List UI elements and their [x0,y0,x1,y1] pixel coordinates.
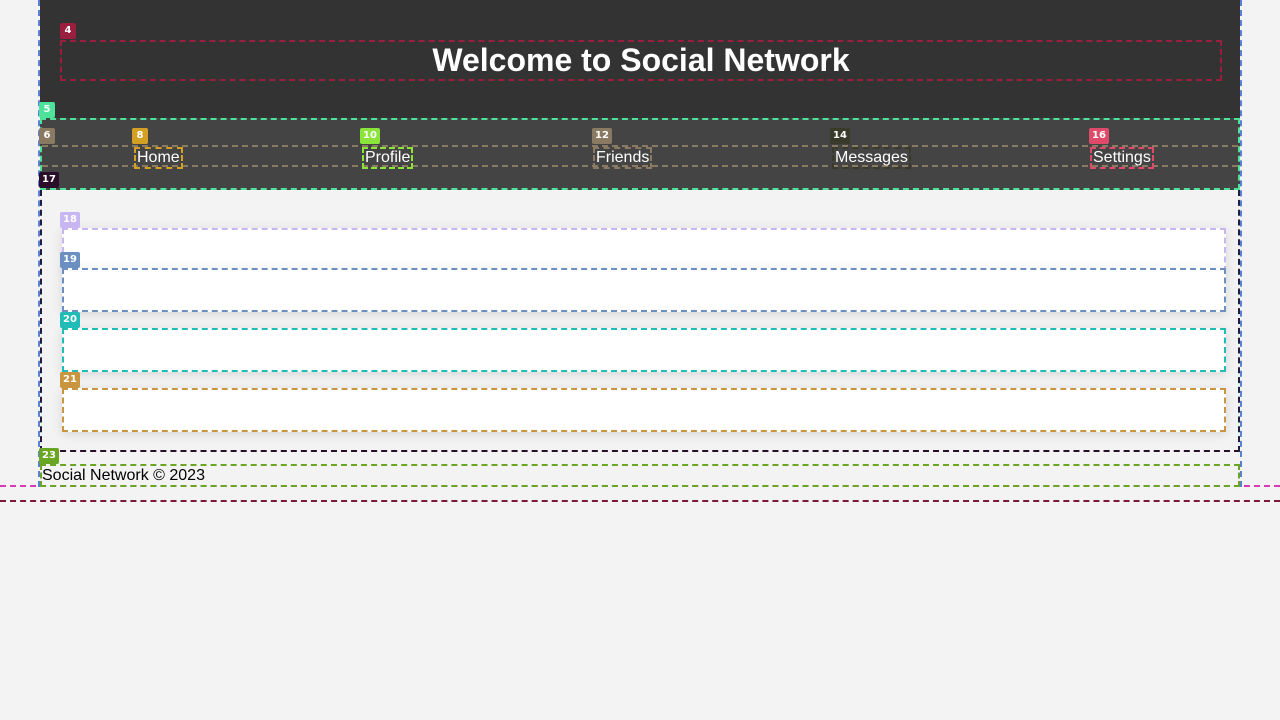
page-container: Welcome to Social Network Home Profile F… [38,0,1242,487]
index-badge: 12 [592,128,612,144]
main-nav: Home Profile Friends Messages Settings [40,118,1240,190]
feed-post[interactable] [62,328,1226,372]
index-badge: 19 [60,252,80,268]
index-badge: 18 [60,212,80,228]
index-badge: 21 [60,372,80,388]
index-badge: 10 [360,128,380,144]
feed-post[interactable] [62,268,1226,312]
page-title: Welcome to Social Network [60,40,1222,81]
index-badge: 8 [132,128,148,144]
nav-list: Home Profile Friends Messages Settings [42,145,1238,169]
feed-post[interactable] [62,228,1226,272]
index-badge: 4 [60,23,76,39]
index-badge: 6 [39,128,55,144]
index-badge: 5 [39,102,55,118]
feed-post[interactable] [62,388,1226,432]
index-badge: 17 [39,172,59,188]
nav-link-messages[interactable]: Messages [832,147,911,169]
index-badge: 16 [1089,128,1109,144]
index-badge: 14 [830,128,850,144]
nav-link-friends[interactable]: Friends [593,147,653,169]
main-feed [40,190,1240,452]
index-badge: 23 [39,448,59,464]
site-footer: Social Network © 2023 [40,464,1240,487]
nav-link-home[interactable]: Home [134,147,183,169]
index-badge: 20 [60,312,80,328]
nav-link-settings[interactable]: Settings [1090,147,1154,169]
nav-link-profile[interactable]: Profile [362,147,414,169]
